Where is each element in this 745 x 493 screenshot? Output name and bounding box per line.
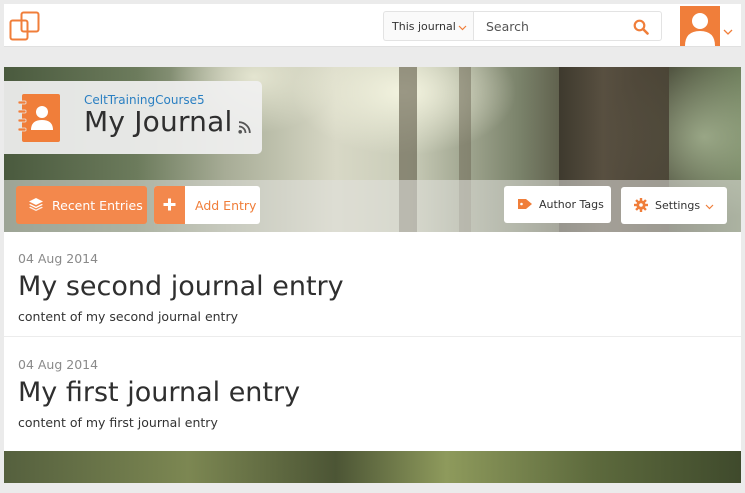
book-contact-icon xyxy=(17,93,62,143)
chevron-down-icon xyxy=(705,200,714,213)
recent-entries-button[interactable]: Recent Entries xyxy=(16,186,147,224)
windows-icon[interactable] xyxy=(9,11,41,41)
add-entry-label: Add Entry xyxy=(195,198,257,213)
recent-entries-label: Recent Entries xyxy=(52,198,143,213)
list-item: 04 Aug 2014 My first journal entry conte… xyxy=(4,338,741,443)
background-grass xyxy=(4,451,741,483)
gear-icon xyxy=(634,198,648,215)
rss-icon[interactable] xyxy=(238,119,251,138)
search-input[interactable] xyxy=(474,12,619,40)
chevron-down-icon xyxy=(458,21,467,34)
settings-label: Settings xyxy=(655,199,701,212)
search-scope-select[interactable]: This journal xyxy=(383,11,473,41)
entry-list: 04 Aug 2014 My second journal entry cont… xyxy=(4,232,741,451)
search-scope-label: This journal xyxy=(392,20,456,33)
entry-title-link[interactable]: My second journal entry xyxy=(18,271,344,302)
page-title: My Journal xyxy=(84,105,233,138)
layers-icon xyxy=(28,197,44,214)
settings-button[interactable]: Settings xyxy=(621,187,727,224)
avatar[interactable] xyxy=(680,6,720,46)
search-box xyxy=(473,11,662,41)
author-tags-label: Author Tags xyxy=(539,198,604,211)
entry-content: content of my second journal entry xyxy=(18,309,238,324)
add-entry-button[interactable]: Add Entry xyxy=(154,186,260,224)
list-item: 04 Aug 2014 My second journal entry cont… xyxy=(4,232,741,337)
entry-content: content of my first journal entry xyxy=(18,415,218,430)
chevron-down-icon[interactable] xyxy=(723,20,733,39)
author-tags-button[interactable]: Author Tags xyxy=(504,186,611,223)
plus-icon xyxy=(154,186,185,224)
entry-date: 04 Aug 2014 xyxy=(18,357,99,372)
user-icon xyxy=(685,13,715,46)
top-bar: This journal xyxy=(4,4,741,47)
journal-header-card: CeltTrainingCourse5 My Journal xyxy=(4,81,262,154)
search-icon[interactable] xyxy=(633,19,649,39)
entry-date: 04 Aug 2014 xyxy=(18,251,99,266)
tag-icon xyxy=(517,198,533,213)
entry-title-link[interactable]: My first journal entry xyxy=(18,377,300,408)
